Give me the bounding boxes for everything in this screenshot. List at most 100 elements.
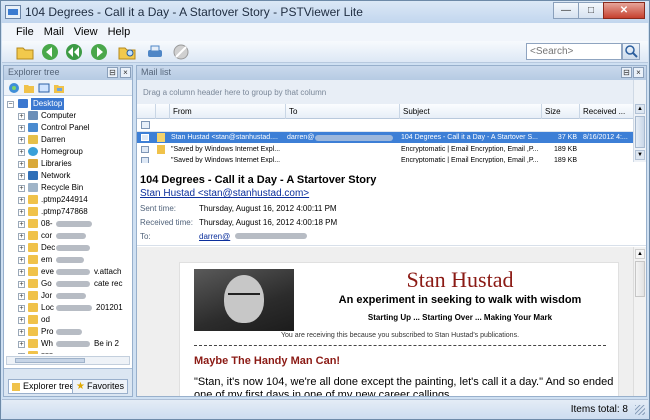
print-icon[interactable] <box>146 43 164 61</box>
tab-favorites[interactable]: ★ Favorites <box>72 379 129 394</box>
tree-item-folder[interactable]: + .ptmp244914 <box>4 194 132 206</box>
tree-item-folder[interactable]: + eve v.attach <box>4 266 132 278</box>
cancel-icon[interactable] <box>172 43 190 61</box>
mail-file-icon[interactable] <box>38 82 50 94</box>
app-window: 104 Degrees - Call it a Day - A Startove… <box>0 0 650 420</box>
column-from[interactable]: From <box>169 104 285 119</box>
tree-item-network[interactable]: + Network <box>4 170 132 182</box>
column-size[interactable]: Size <box>541 104 579 119</box>
tree-item-folder[interactable]: + od <box>4 314 132 326</box>
search-icon <box>625 45 638 58</box>
folder-icon <box>28 243 38 252</box>
tree-item-folder[interactable]: + Dec <box>4 242 132 254</box>
tree-item-folder[interactable]: + .ptmp747868 <box>4 206 132 218</box>
tree-item-folder[interactable]: + 08- <box>4 218 132 230</box>
tree-item-folder[interactable]: + Go cate rec <box>4 278 132 290</box>
minimize-button[interactable]: — <box>553 2 579 19</box>
desktop-icon <box>18 99 28 108</box>
title-bar: 104 Degrees - Call it a Day - A Startove… <box>1 1 649 23</box>
folder-icon <box>28 291 38 300</box>
close-button[interactable]: ✕ <box>603 2 645 19</box>
menu-help[interactable]: Help <box>108 26 131 38</box>
tree-item-folder[interactable]: + zzz <box>4 350 132 354</box>
table-row[interactable]: "Saved by Windows Internet Expl... Encry… <box>137 155 633 163</box>
tree-item-recycle-bin[interactable]: + Recycle Bin <box>4 182 132 194</box>
search-button[interactable] <box>622 43 640 60</box>
redacted-text <box>56 305 92 311</box>
menu-view[interactable]: View <box>74 26 98 38</box>
tree-item-desktop[interactable]: − Desktop <box>4 98 132 110</box>
column-selector[interactable] <box>137 104 155 119</box>
message-scrollbar[interactable]: ▲ <box>633 247 646 396</box>
redacted-text <box>56 257 84 263</box>
mail-list-title: Mail list <box>141 67 172 77</box>
resize-grip-icon[interactable] <box>635 405 645 415</box>
table-row[interactable]: Stan Hustad <stan@stanhustad.... darren@… <box>137 132 633 143</box>
to-link[interactable]: darren@ <box>199 232 230 241</box>
mail-panel: Mail list ⊟ × Drag a column header here … <box>136 65 647 397</box>
computer-icon <box>28 111 38 120</box>
tab-explorer-tree[interactable]: Explorer tree <box>8 379 79 394</box>
message-from-link[interactable]: Stan Hustad <stan@stanhustad.com> <box>140 188 309 199</box>
tree-item-folder[interactable]: + Wh Be in 2 <box>4 338 132 350</box>
folder-icon <box>28 195 38 204</box>
search-input[interactable] <box>526 43 622 60</box>
menu-file[interactable]: File <box>16 26 34 38</box>
pin-icon[interactable]: ⊟ <box>621 67 632 78</box>
table-row[interactable]: "Saved by Windows Internet Expl... Encry… <box>137 144 633 155</box>
open-folder-icon[interactable] <box>16 43 34 61</box>
redacted-text <box>56 281 90 287</box>
folder-icon <box>28 219 38 228</box>
tree-item-folder[interactable]: + Jor <box>4 290 132 302</box>
folder-search-icon[interactable] <box>118 43 136 61</box>
mail-envelope-icon <box>141 134 149 141</box>
filter-icon[interactable] <box>141 121 150 129</box>
scroll-up-icon[interactable]: ▲ <box>635 104 645 114</box>
tree-item-folder[interactable]: + em <box>4 254 132 266</box>
archive-icon[interactable] <box>53 82 65 94</box>
menu-mail[interactable]: Mail <box>44 26 64 38</box>
maximize-button[interactable]: □ <box>578 2 604 19</box>
scroll-thumb[interactable] <box>635 116 645 148</box>
newsletter-title: Stan Hustad <box>406 267 514 292</box>
filter-row[interactable] <box>137 119 633 132</box>
items-total: Items total: 8 <box>570 404 628 415</box>
mail-envelope-icon <box>141 146 149 153</box>
tree-item-homegroup[interactable]: + Homegroup <box>4 146 132 158</box>
pin-icon[interactable]: ⊟ <box>107 67 118 78</box>
column-subject[interactable]: Subject <box>399 104 541 119</box>
forward-icon[interactable] <box>90 43 108 61</box>
folder-icon <box>28 351 38 354</box>
tree-item-folder[interactable]: + Pro <box>4 326 132 338</box>
close-panel-icon[interactable]: × <box>633 67 644 78</box>
close-panel-icon[interactable]: × <box>120 67 131 78</box>
new-folder-icon[interactable] <box>23 82 35 94</box>
tree-item-darren[interactable]: + Darren <box>4 134 132 146</box>
reply-all-icon[interactable] <box>65 43 83 61</box>
folder-icon <box>28 231 38 240</box>
column-received[interactable]: Received ... <box>579 104 633 119</box>
recycle-bin-icon <box>28 183 38 192</box>
back-icon[interactable] <box>41 43 59 61</box>
user-folder-icon <box>28 135 38 144</box>
tree-item-libraries[interactable]: + Libraries <box>4 158 132 170</box>
group-by-area[interactable]: Drag a column header here to group by th… <box>137 80 633 104</box>
mail-grid-header: From To Subject Size Received ... <box>137 104 633 119</box>
column-attachment[interactable] <box>155 104 169 119</box>
tree-item-control-panel[interactable]: + Control Panel <box>4 122 132 134</box>
column-to[interactable]: To <box>285 104 399 119</box>
scroll-up-icon[interactable]: ▲ <box>635 249 645 259</box>
scroll-thumb[interactable] <box>15 358 85 363</box>
tree-item-computer[interactable]: + Computer <box>4 110 132 122</box>
scroll-down-icon[interactable]: ▼ <box>635 150 645 160</box>
scroll-thumb[interactable] <box>635 261 645 297</box>
mail-list-scrollbar[interactable]: ▲ ▼ <box>633 80 646 162</box>
folder-icon <box>28 207 38 216</box>
tree-item-folder[interactable]: + cor <box>4 230 132 242</box>
refresh-icon[interactable] <box>8 82 20 94</box>
explorer-title: Explorer tree <box>8 67 60 77</box>
folder-icon <box>28 327 38 336</box>
tree-item-folder[interactable]: + Loc 201201 <box>4 302 132 314</box>
tree-horizontal-scrollbar[interactable] <box>6 356 130 365</box>
explorer-header: Explorer tree ⊟ × <box>4 66 132 80</box>
